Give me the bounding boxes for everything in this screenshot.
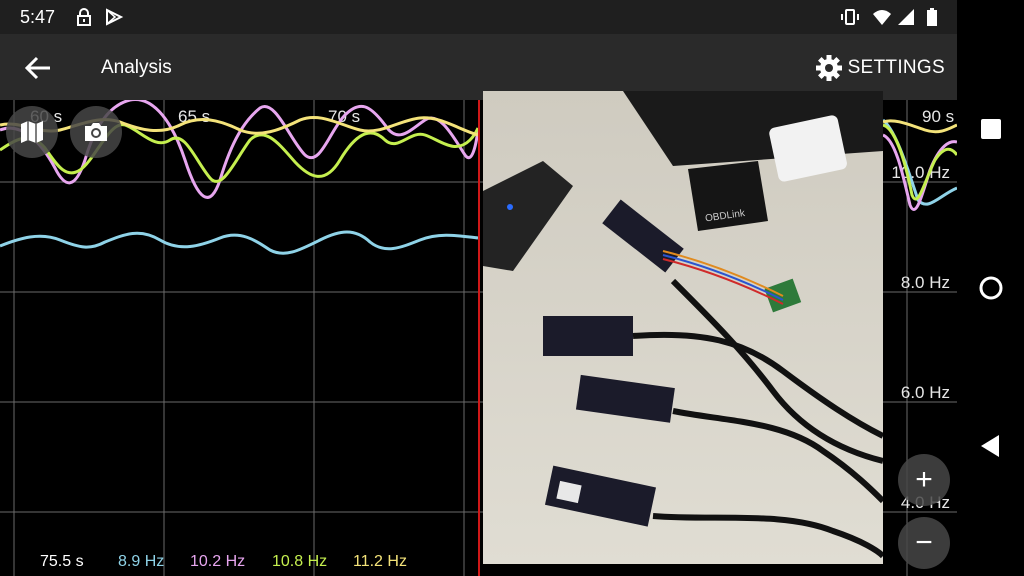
plus-icon: + — [915, 463, 933, 496]
settings-label: SETTINGS — [847, 57, 945, 78]
page-title: Analysis — [101, 57, 172, 78]
lock-icon — [77, 8, 91, 26]
back-icon[interactable] — [977, 432, 1005, 460]
navigation-bar — [957, 0, 1024, 576]
status-bar: 5:47 — [0, 0, 957, 34]
legend-series: 8.9 Hz — [118, 553, 165, 570]
legend-series: 10.2 Hz — [190, 553, 246, 570]
minus-icon: − — [915, 526, 933, 559]
play-store-icon — [106, 8, 124, 26]
wifi-icon — [873, 10, 891, 25]
zoom-out-button[interactable]: − — [898, 517, 950, 569]
map-icon — [21, 121, 43, 143]
camera-button[interactable] — [70, 106, 122, 158]
gear-icon — [815, 55, 842, 81]
cursor-line[interactable] — [478, 100, 480, 576]
map-button[interactable] — [6, 106, 58, 158]
y-tick-label: 6.0 Hz — [901, 383, 950, 402]
legend-series: 11.2 Hz — [353, 553, 407, 570]
vibrate-icon — [841, 9, 859, 25]
camera-icon — [85, 123, 107, 141]
cursor-time-label: 75.5 s — [40, 553, 84, 570]
photo-image: OBDLink — [483, 91, 883, 564]
legend-series: 10.8 Hz — [272, 553, 328, 570]
x-tick-label: 90 s — [922, 107, 954, 126]
y-tick-label: 8.0 Hz — [901, 273, 950, 292]
signal-icon — [898, 9, 914, 25]
series-line-8.9hz — [0, 230, 479, 255]
status-time: 5:47 — [20, 7, 56, 27]
recents-icon[interactable] — [977, 115, 1005, 143]
zoom-in-button[interactable]: + — [898, 454, 950, 506]
battery-icon — [927, 8, 937, 26]
settings-button[interactable]: SETTINGS — [814, 52, 945, 84]
photo-thumbnail[interactable]: OBDLink — [483, 91, 883, 564]
back-arrow-icon[interactable] — [20, 50, 56, 86]
series-line-10.2hz — [0, 100, 480, 199]
home-icon[interactable] — [977, 274, 1005, 302]
